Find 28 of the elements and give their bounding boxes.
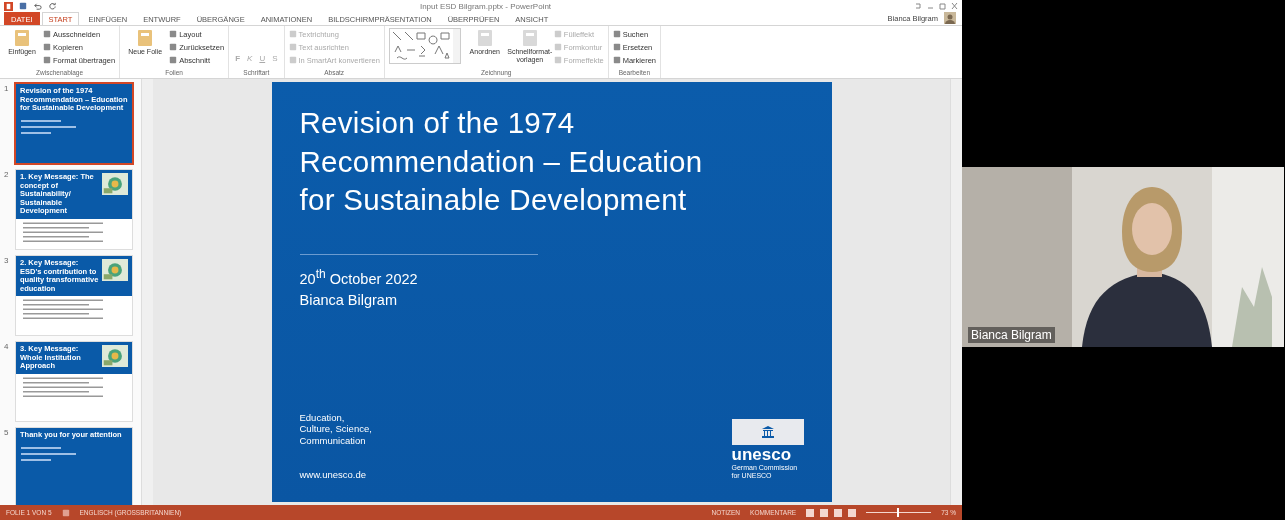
save-icon	[19, 2, 27, 10]
button-icon	[12, 28, 32, 48]
window-controls-icon[interactable]	[914, 2, 958, 10]
slide-number: 2	[4, 170, 10, 181]
undo-icon[interactable]	[33, 1, 42, 11]
slide-number: 5	[4, 428, 10, 439]
footer-text: Culture, Science,	[299, 423, 372, 435]
shapes-gallery[interactable]	[388, 28, 461, 64]
slider-thumb[interactable]	[896, 508, 899, 517]
slide-title: Revision of the 1974 Recommendation – Education for Sustainable Development	[299, 105, 704, 218]
spellcheck-icon	[61, 508, 70, 517]
participant-name: Bianca Bilgram	[968, 327, 1055, 343]
logo-name: unesco	[731, 445, 793, 464]
slide-date: 20$^{th}$ October 2022	[299, 265, 419, 289]
redo-icon[interactable]	[48, 1, 57, 11]
footer-text: Education,	[299, 411, 346, 423]
scrollbar[interactable]	[950, 79, 962, 505]
window-title: Input ESD Bilgram.pptx - PowerPoint	[418, 1, 553, 11]
avatar-icon	[944, 12, 956, 24]
website-url: www.unesco.de	[299, 469, 368, 480]
footer-text: Communication	[299, 434, 367, 446]
slide-number: 3	[4, 256, 10, 267]
slide-number: 4	[4, 342, 10, 353]
view-buttons-icon[interactable]	[806, 508, 857, 517]
slide-number: 1	[4, 84, 10, 95]
scrollbar[interactable]	[141, 79, 153, 505]
slide-author: Bianca Bilgram	[299, 291, 398, 311]
temple-icon	[760, 426, 775, 438]
